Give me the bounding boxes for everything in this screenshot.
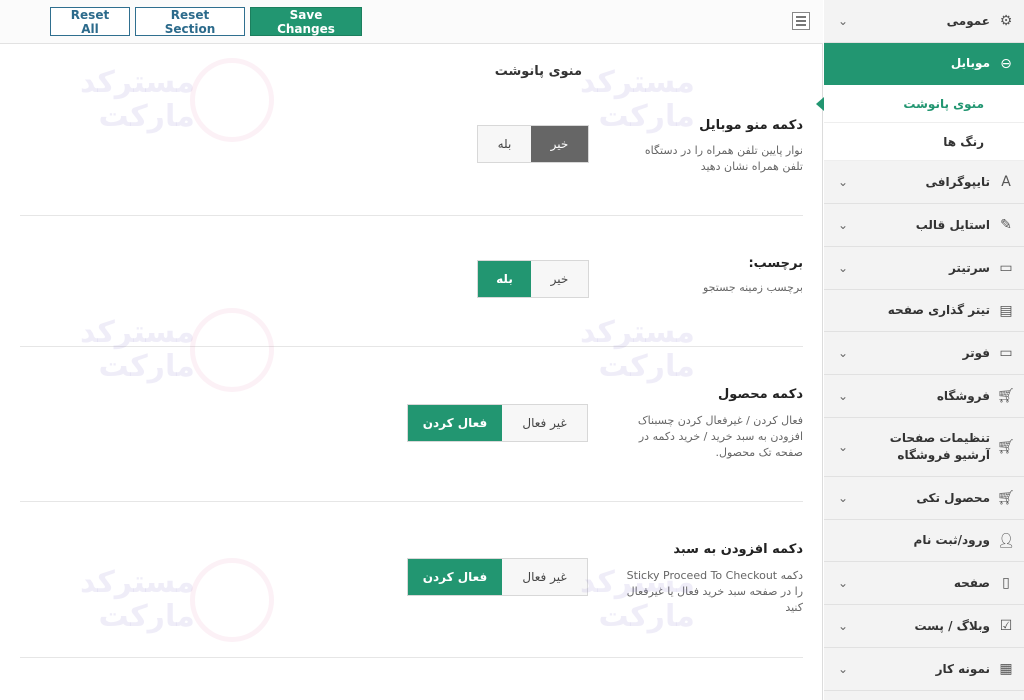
switch-option-disable[interactable]: غیر فعال — [502, 559, 587, 595]
mobile-icon: ⊖ — [1000, 55, 1012, 72]
switch-option-disable[interactable]: غیر فعال — [502, 405, 587, 441]
sidebar-subitem-footer-menu[interactable]: منوی پانوشت — [816, 85, 1024, 123]
field-divider — [20, 657, 803, 658]
field-title: دکمه افزودن به سبد — [673, 542, 803, 557]
page-icon: ▯ — [1002, 575, 1010, 591]
mobile-menu-switch: بله خیر — [477, 125, 589, 163]
field-title: دکمه محصول — [717, 387, 803, 402]
chevron-down-icon: ⌄ — [838, 440, 849, 454]
grid-icon: ▦ — [999, 661, 1013, 677]
page-title-icon: ▤ — [999, 302, 1013, 319]
sidebar-item-login-register[interactable]: ورود/ثبت نام 👤︎ — [824, 520, 1024, 562]
sidebar-item-portfolio[interactable]: نمونه کار ▦ ⌄ — [824, 648, 1024, 691]
switch-option-enable[interactable]: فعال کردن — [408, 405, 502, 441]
switch-option-no[interactable]: خیر — [531, 126, 588, 162]
search-label-switch: بله خیر — [477, 260, 589, 298]
footer-icon: ▭ — [999, 345, 1013, 361]
save-changes-button[interactable]: Save Changes — [250, 7, 362, 36]
switch-option-yes[interactable]: بله — [478, 261, 531, 297]
gear-icon: ⚙ — [999, 13, 1013, 29]
sidebar-item-shop[interactable]: فروشگاه 🛒︎ ⌄ — [824, 375, 1024, 418]
brush-icon: ✎ — [1000, 217, 1012, 233]
user-icon: 👤︎ — [997, 532, 1015, 549]
layout-toggle-icon[interactable] — [792, 12, 810, 30]
edit-icon: ☑ — [999, 618, 1013, 634]
add-to-cart-switch: فعال کردن غیر فعال — [407, 558, 588, 596]
options-sidebar: عمومی ⚙ ⌄ موبایل ⊖ منوی پانوشت رنگ ها تا… — [816, 0, 1024, 700]
sidebar-item-mobile[interactable]: موبایل ⊖ — [824, 43, 1024, 85]
switch-option-no[interactable]: خیر — [531, 261, 588, 297]
field-title: دکمه منو موبایل — [699, 118, 803, 133]
sidebar-item-footer[interactable]: فوتر ▭ ⌄ — [824, 332, 1024, 375]
sidebar-item-shop-archive-settings[interactable]: تنظیمات صفحات آرشیو فروشگاه 🛒︎ ⌄ — [824, 418, 1024, 477]
cart-icon: 🛒︎ — [997, 490, 1015, 506]
field-description: برچسب زمینه جستجو — [703, 281, 803, 294]
field-title: برچسب: — [748, 256, 803, 271]
sidebar-item-theme-style[interactable]: استایل قالب ✎ ⌄ — [824, 204, 1024, 247]
field-description: نوار پایین تلفن همراه را در دستگاه تلفن … — [644, 144, 803, 173]
sidebar-item-general[interactable]: عمومی ⚙ ⌄ — [824, 0, 1024, 43]
section-title: منوی پانوشت — [494, 64, 582, 79]
chevron-down-icon: ⌄ — [838, 619, 849, 633]
chevron-down-icon: ⌄ — [838, 491, 849, 505]
sidebar-item-typography[interactable]: تایپوگرافی A ⌄ — [824, 161, 1024, 204]
cart-icon: 🛒︎ — [997, 439, 1015, 455]
chevron-down-icon: ⌄ — [838, 576, 849, 590]
chevron-down-icon: ⌄ — [838, 389, 849, 403]
cart-icon: 🛒︎ — [997, 388, 1015, 404]
sidebar-subitem-colors[interactable]: رنگ ها — [824, 123, 1024, 161]
field-search-label: برچسب: برچسب زمینه جستجو بله خیر — [20, 216, 803, 347]
sidebar-item-header[interactable]: سرتیتر ▭ ⌄ — [824, 247, 1024, 290]
field-add-to-cart-button: دکمه افزودن به سبد دکمه Sticky Proceed T… — [20, 502, 803, 658]
switch-option-yes[interactable]: بله — [478, 126, 531, 162]
field-product-button: دکمه محصول فعال کردن / غیرفعال کردن چسبن… — [20, 347, 803, 502]
sidebar-item-single-product[interactable]: محصول تکی 🛒︎ ⌄ — [824, 477, 1024, 520]
sidebar-item-page-title[interactable]: تیتر گذاری صفحه ▤ — [824, 290, 1024, 332]
options-panel: Reset All Reset Section Save Changes منو… — [0, 0, 823, 700]
switch-option-enable[interactable]: فعال کردن — [408, 559, 502, 595]
sidebar-item-blog-post[interactable]: وبلاگ / پست ☑ ⌄ — [824, 605, 1024, 648]
options-toolbar: Reset All Reset Section Save Changes — [0, 0, 823, 44]
product-button-switch: فعال کردن غیر فعال — [407, 404, 588, 442]
reset-section-button[interactable]: Reset Section — [135, 7, 245, 36]
chevron-down-icon: ⌄ — [838, 175, 849, 189]
header-icon: ▭ — [999, 260, 1013, 276]
chevron-down-icon: ⌄ — [838, 261, 849, 275]
chevron-down-icon: ⌄ — [838, 346, 849, 360]
chevron-down-icon: ⌄ — [838, 218, 849, 232]
chevron-down-icon: ⌄ — [838, 14, 849, 28]
chevron-down-icon: ⌄ — [838, 662, 849, 676]
font-icon: A — [1001, 174, 1011, 190]
field-mobile-menu-button: دکمه منو موبایل نوار پایین تلفن همراه را… — [20, 100, 803, 216]
field-description: دکمه Sticky Proceed To Checkout را در صف… — [626, 569, 803, 614]
field-description: فعال کردن / غیرفعال کردن چسبناک افزودن ب… — [637, 414, 803, 459]
reset-all-button[interactable]: Reset All — [50, 7, 130, 36]
sidebar-item-page[interactable]: صفحه ▯ ⌄ — [824, 562, 1024, 605]
